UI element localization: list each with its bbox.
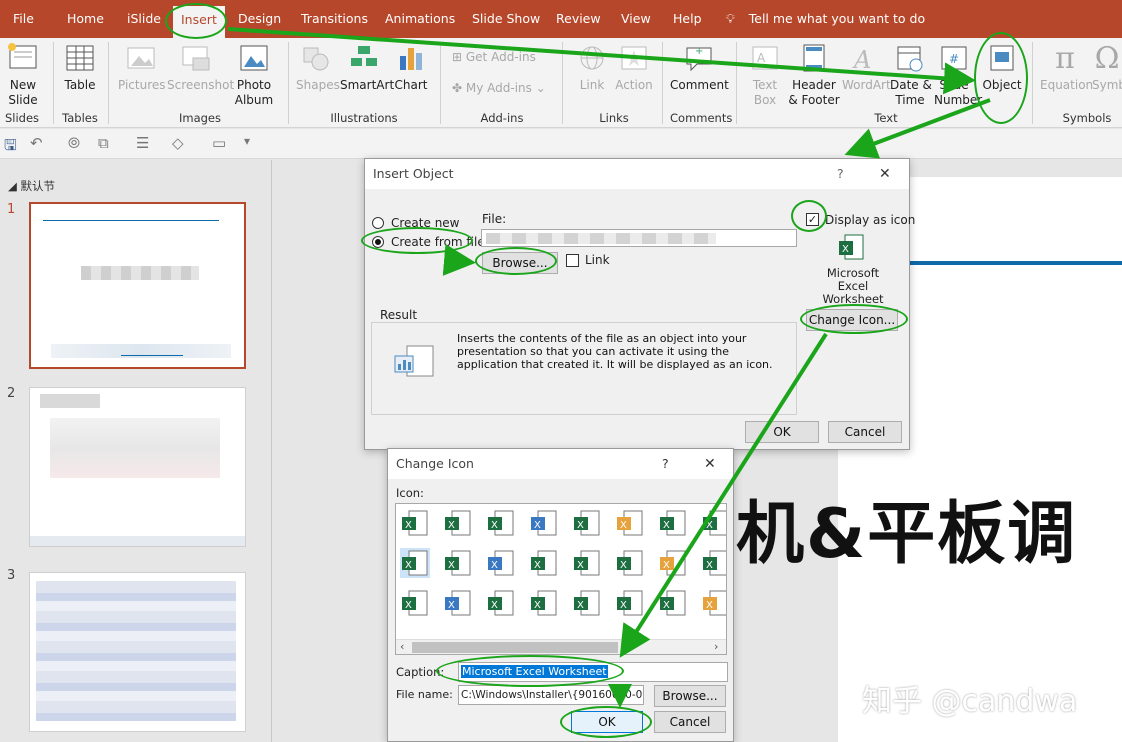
annotation-arrows — [227, 27, 991, 708]
arrow-to-browse — [442, 243, 476, 276]
arrow-object-to-dialog — [844, 98, 991, 159]
arrow-change-icon-to-caption — [619, 332, 828, 658]
arrow-insert-to-object — [227, 27, 976, 95]
